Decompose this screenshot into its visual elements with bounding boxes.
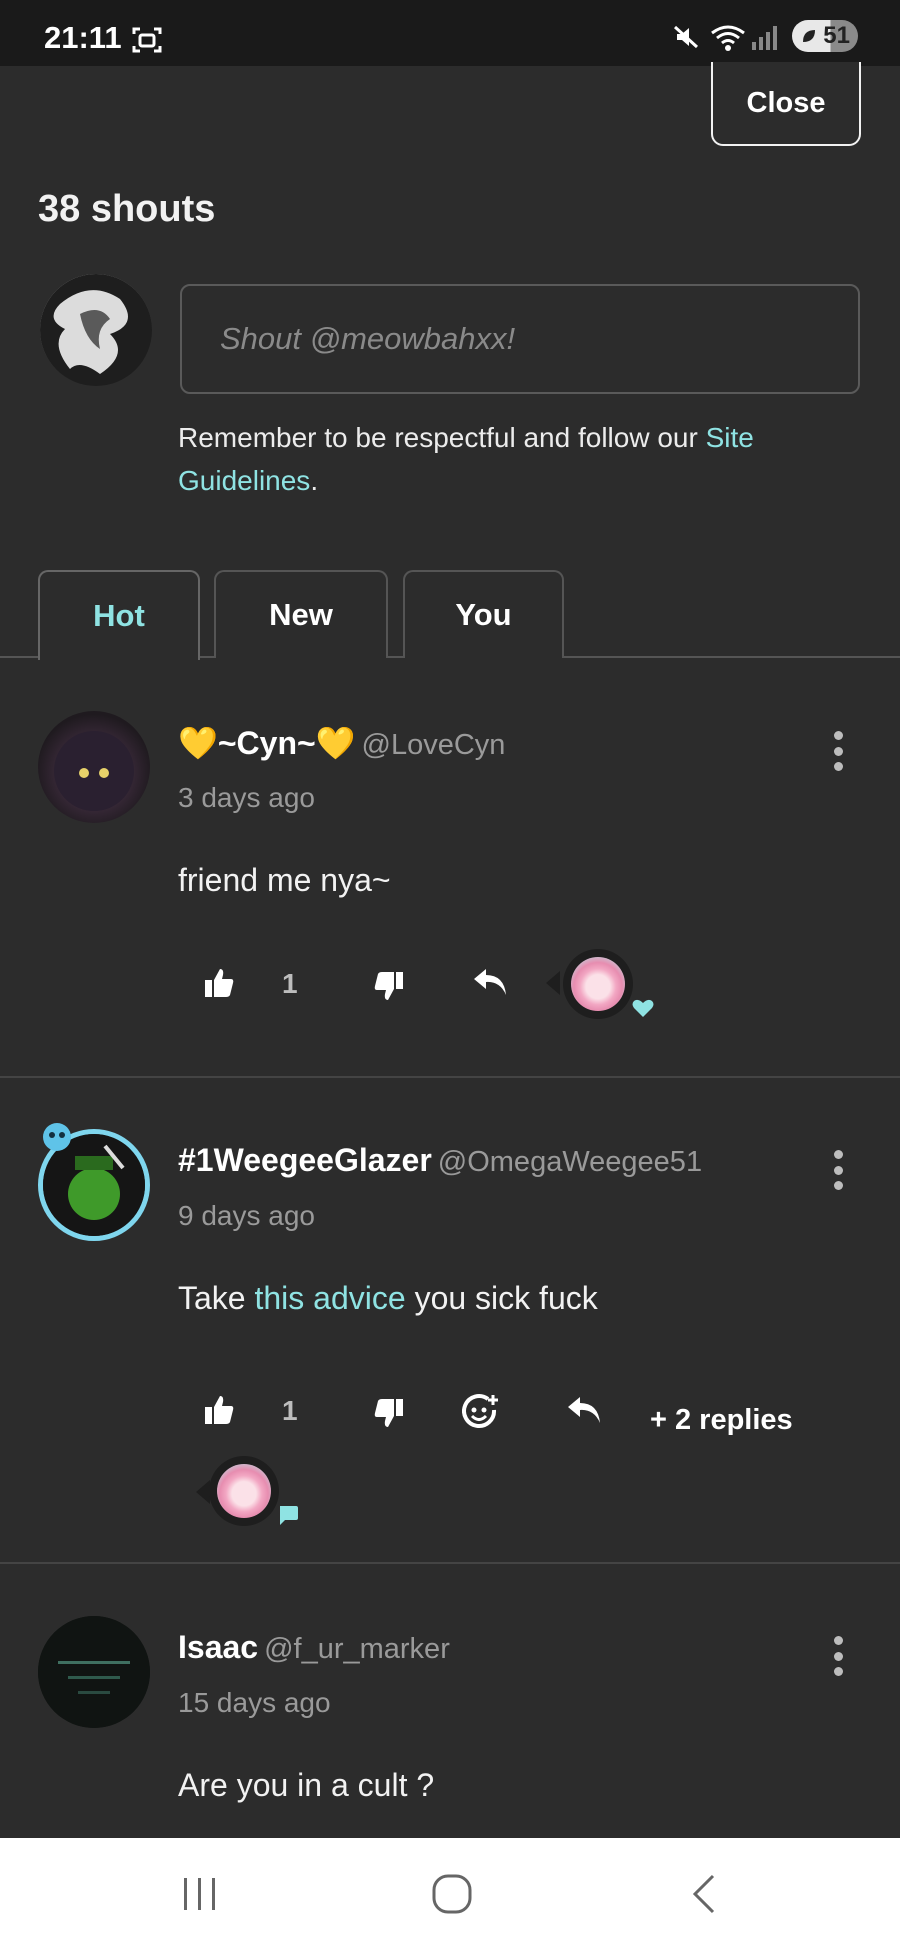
avatar-image bbox=[38, 1616, 150, 1728]
display-name[interactable]: Isaac bbox=[178, 1629, 258, 1665]
reaction-tail bbox=[546, 971, 560, 995]
tab-new[interactable]: New bbox=[214, 570, 388, 658]
reactor-avatar bbox=[571, 957, 625, 1011]
user-handle[interactable]: @f_ur_marker bbox=[264, 1633, 450, 1665]
mute-icon bbox=[673, 25, 699, 49]
dislike-icon[interactable] bbox=[373, 1397, 405, 1429]
avatar[interactable] bbox=[38, 711, 150, 823]
like-count: 1 bbox=[282, 1395, 298, 1426]
signal-icon bbox=[752, 26, 777, 50]
like-icon[interactable] bbox=[203, 967, 235, 999]
avatar-image bbox=[40, 274, 152, 386]
reactor-avatar bbox=[217, 1464, 271, 1518]
reaction-tail bbox=[196, 1480, 210, 1504]
more-options-icon[interactable] bbox=[826, 1150, 850, 1190]
screen-record-icon bbox=[132, 27, 162, 53]
back-icon bbox=[692, 1874, 715, 1914]
post-divider bbox=[0, 1076, 900, 1078]
post-divider bbox=[0, 1562, 900, 1564]
like-count: 1 bbox=[282, 968, 298, 999]
recent-apps-button[interactable] bbox=[140, 1838, 260, 1950]
user-handle[interactable]: @OmegaWeegee51 bbox=[438, 1146, 702, 1178]
tab-hot[interactable]: Hot bbox=[38, 570, 200, 660]
more-options-icon[interactable] bbox=[826, 731, 850, 771]
display-name[interactable]: #1WeegeeGlazer bbox=[178, 1142, 432, 1178]
advice-link[interactable]: this advice bbox=[254, 1280, 405, 1316]
creator-reaction[interactable] bbox=[563, 949, 633, 1019]
display-name[interactable]: 💛~Cyn~💛 bbox=[178, 725, 356, 761]
battery-level: 51 bbox=[823, 22, 850, 49]
heart-icon bbox=[632, 999, 654, 1017]
reply-icon[interactable] bbox=[566, 1395, 602, 1425]
sort-tabs: Hot New You bbox=[0, 568, 900, 660]
post-time: 15 days ago bbox=[178, 1687, 331, 1718]
post-author: 💛~Cyn~💛 @LoveCyn bbox=[178, 724, 505, 762]
avatar-decoration-icon bbox=[43, 1123, 71, 1151]
dislike-icon[interactable] bbox=[373, 970, 405, 1002]
avatar-image bbox=[54, 731, 134, 811]
my-avatar bbox=[40, 274, 152, 386]
like-icon[interactable] bbox=[203, 1394, 235, 1426]
shout-input[interactable] bbox=[180, 284, 860, 394]
guidelines-prefix: Remember to be respectful and follow our bbox=[178, 422, 706, 453]
home-button[interactable] bbox=[392, 1838, 512, 1950]
guidelines-suffix: . bbox=[310, 465, 319, 496]
post-author: #1WeegeeGlazer @OmegaWeegee51 bbox=[178, 1142, 702, 1179]
post-body: Take this advice you sick fuck bbox=[178, 1280, 598, 1317]
body-text-suffix: you sick fuck bbox=[405, 1280, 598, 1316]
system-nav-bar bbox=[0, 1838, 900, 1950]
replies-link[interactable]: + 2 replies bbox=[650, 1404, 793, 1437]
post-body: Are you in a cult ? bbox=[178, 1767, 435, 1803]
user-handle[interactable]: @LoveCyn bbox=[362, 729, 506, 761]
reply-icon[interactable] bbox=[472, 967, 508, 997]
guidelines-note: Remember to be respectful and follow our… bbox=[178, 416, 878, 502]
post-author: Isaac @f_ur_marker bbox=[178, 1629, 450, 1666]
recent-apps-icon bbox=[184, 1878, 215, 1910]
home-icon bbox=[432, 1874, 472, 1914]
body-text-prefix: Take bbox=[178, 1280, 255, 1316]
tab-you[interactable]: You bbox=[403, 570, 564, 658]
close-button[interactable]: Close bbox=[711, 62, 861, 146]
avatar[interactable] bbox=[38, 1616, 150, 1728]
creator-reaction[interactable] bbox=[209, 1456, 279, 1526]
more-options-icon[interactable] bbox=[826, 1636, 850, 1676]
add-reaction-icon[interactable] bbox=[462, 1393, 500, 1431]
back-button[interactable] bbox=[644, 1838, 764, 1950]
post-time: 3 days ago bbox=[178, 782, 315, 813]
battery-indicator: 51 bbox=[792, 20, 858, 52]
status-time: 21:11 bbox=[44, 20, 122, 55]
post-body: friend me nya~ bbox=[178, 862, 391, 898]
wifi-icon bbox=[711, 25, 745, 51]
comment-icon bbox=[280, 1506, 298, 1525]
shouts-count-title: 38 shouts bbox=[38, 188, 216, 230]
status-bar: 21:11 51 bbox=[0, 0, 900, 66]
battery-saver-icon bbox=[803, 30, 815, 42]
post-time: 9 days ago bbox=[178, 1200, 315, 1231]
status-icons: 51 bbox=[600, 16, 900, 52]
